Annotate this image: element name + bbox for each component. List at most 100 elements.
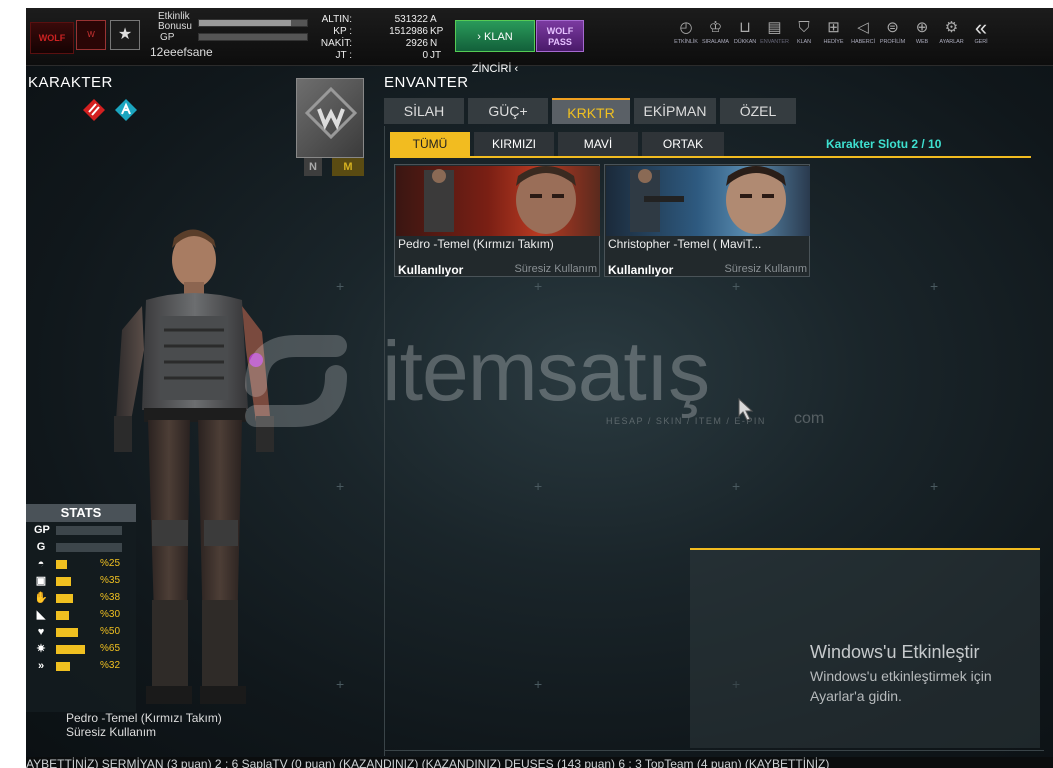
nav-globe[interactable]: ⊕ WEB: [906, 18, 938, 58]
stat-row: ◣ %30: [26, 607, 136, 624]
nav-label: ENVANTER: [760, 39, 789, 45]
wolf-pass-button[interactable]: WOLF PASS: [536, 20, 584, 52]
stat-bar: [56, 526, 122, 535]
subtab-blue[interactable]: MAVİ: [558, 132, 638, 156]
emblem-wolf-icon: [304, 86, 358, 140]
christopher-portrait: [606, 166, 810, 236]
watermark-brand: itemsatış: [382, 324, 710, 418]
shield-icon: ⛉: [798, 19, 810, 36]
cash-value: 2926: [405, 38, 428, 49]
stat-row: ✷ %65: [26, 641, 136, 658]
nav-label: KLAN: [797, 39, 811, 45]
character-card-pedro[interactable]: Pedro -Temel (Kırmızı Takım) Kullanılıyo…: [394, 164, 600, 277]
card-duration: Süresiz Kullanım: [724, 263, 807, 275]
card-duration: Süresiz Kullanım: [514, 263, 597, 275]
stat-g-label: G: [36, 541, 46, 553]
emblem-n-button[interactable]: N: [304, 158, 322, 176]
burst-icon: ✷: [36, 643, 46, 655]
nav-back[interactable]: «GERİ: [965, 15, 997, 58]
tab-equipment[interactable]: EKİPMAN: [634, 98, 716, 124]
nav-shield[interactable]: ⛉ KLAN: [788, 18, 820, 58]
grid-plus-mark: +: [534, 478, 543, 494]
gp-bar: [198, 33, 308, 41]
stat-row: ♥ %50: [26, 624, 136, 641]
emblem-m-button[interactable]: M: [332, 158, 364, 176]
character-name: Pedro -Temel (Kırmızı Takım): [66, 711, 222, 725]
subtab-red[interactable]: KIRMIZI: [474, 132, 554, 156]
grid-plus-mark: +: [534, 278, 543, 294]
megaphone-icon: ◁: [857, 19, 869, 36]
username: 12eeefsane: [150, 45, 213, 59]
stat-bar-fill: [56, 560, 67, 569]
card-name: Pedro -Temel (Kırmızı Takım): [398, 237, 554, 251]
inventory-title: ENVANTER: [384, 74, 469, 91]
grid-plus-mark: +: [336, 278, 345, 294]
stat-bar-fill: [56, 645, 85, 654]
subtab-all[interactable]: TÜMÜ: [390, 132, 470, 156]
nav-cart[interactable]: ⊔ DÜKKAN: [729, 18, 761, 58]
grid-plus-mark: +: [732, 478, 741, 494]
jt-value: 0: [422, 50, 428, 61]
stat-bar-fill: [56, 662, 71, 671]
clan-badge-icon[interactable]: W: [76, 20, 106, 50]
nav-gift[interactable]: ⊞ HEDİYE: [818, 18, 850, 58]
currency-labels: ALTIN: KP : NAKİT: JT :: [320, 14, 352, 61]
stat-value: %38: [99, 592, 120, 603]
stat-bar-fill: [56, 594, 73, 603]
inventory-border-bottom: [384, 750, 1044, 751]
heart-icon: ♥: [37, 626, 45, 638]
stat-value: %25: [99, 558, 120, 569]
stat-value: %65: [99, 643, 120, 654]
cart-icon: ⊔: [739, 19, 751, 36]
red-team-icon[interactable]: [82, 98, 106, 122]
event-bonus-label: Etkinlik Bonusu: [158, 11, 192, 32]
tab-special[interactable]: ÖZEL: [720, 98, 796, 124]
tab-weapon[interactable]: SİLAH: [384, 98, 464, 124]
nav-clock[interactable]: ◴ ETKİNLİK: [670, 18, 702, 58]
inventory-border-left: [384, 126, 385, 756]
clan-chain-button[interactable]: › KLAN ZİNCİRİ ‹: [455, 20, 535, 75]
boots-icon: ◣: [36, 609, 46, 621]
grid-plus-mark: +: [336, 676, 345, 692]
back-icon: «: [974, 15, 988, 40]
nav-inventory[interactable]: ▤ ENVANTER: [759, 18, 791, 58]
stat-bar: [56, 543, 122, 552]
game-logo: WOLF: [30, 22, 74, 54]
mouse-cursor-icon: [738, 397, 754, 427]
nav-label: GERİ: [974, 39, 988, 45]
clan-emblem[interactable]: [296, 78, 364, 158]
medal-icon: ♔: [708, 19, 723, 36]
stat-value: %35: [99, 575, 120, 586]
stat-value: %32: [99, 660, 120, 671]
tab-power[interactable]: GÜÇ+: [468, 98, 548, 124]
nav-megaphone[interactable]: ◁ HABERCİ: [847, 18, 879, 58]
grid-plus-mark: +: [930, 278, 939, 294]
nav-medal[interactable]: ♔ SIRALAMA: [700, 18, 732, 58]
stat-value: %30: [99, 609, 120, 620]
gear-icon: ⚙: [944, 19, 959, 36]
grid-plus-mark: +: [534, 676, 543, 692]
nav-gear[interactable]: ⚙ AYARLAR: [936, 18, 968, 58]
nav-label: HEDİYE: [823, 39, 844, 45]
inventory-icon: ▤: [767, 19, 782, 36]
armor-icon: ▣: [35, 575, 47, 587]
stat-bar-fill: [56, 577, 72, 586]
currency-units: A KP N JT: [430, 14, 444, 61]
subtab-common[interactable]: ORTAK: [642, 132, 724, 156]
gold-value: 531322: [394, 14, 428, 25]
stat-bar-fill: [56, 628, 78, 637]
nav-label: WEB: [915, 39, 929, 45]
top-bar: WOLF W ★ Etkinlik Bonusu GP 12eeefsane A…: [26, 8, 1053, 75]
kp-value: 1512986: [389, 26, 428, 37]
character-card-christopher[interactable]: Christopher -Temel ( MaviT... Kullanılıy…: [604, 164, 810, 277]
grid-plus-mark: +: [930, 478, 939, 494]
blue-team-icon[interactable]: [114, 98, 138, 122]
currency-values: 531322 1512986 2926 0: [370, 14, 428, 62]
watermark-com: com: [794, 410, 825, 427]
tab-character[interactable]: KRKTR: [552, 98, 630, 124]
gp-label: GP: [160, 32, 175, 43]
clock-icon: ◴: [679, 19, 693, 36]
star-icon: ★: [110, 20, 140, 50]
card-status: Kullanılıyor: [398, 263, 464, 277]
nav-profile[interactable]: ⊜ PROFİLİM: [877, 18, 909, 58]
